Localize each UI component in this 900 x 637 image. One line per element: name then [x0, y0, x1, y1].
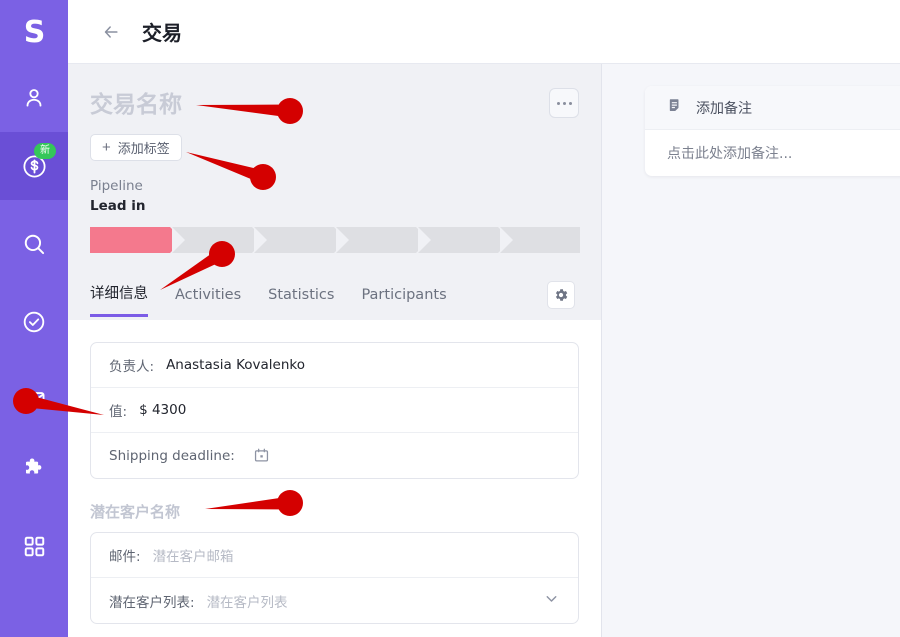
- detail-row-value[interactable]: 值: $ 4300: [91, 388, 578, 433]
- detail-label: Shipping deadline:: [109, 447, 235, 464]
- annotation-number: 3: [217, 246, 227, 262]
- dot: [562, 101, 566, 105]
- pipeline-stage-segment[interactable]: [254, 227, 347, 253]
- plus-icon: +: [102, 139, 111, 156]
- sidebar-item-tasks[interactable]: [0, 288, 68, 356]
- deal-body: 负责人: Anastasia Kovalenko 值: $ 4300 Shipp…: [68, 320, 601, 637]
- grid-icon: [22, 534, 47, 559]
- add-note-header[interactable]: 添加备注: [645, 86, 900, 130]
- lead-list-select[interactable]: 潜在客户列表: [207, 591, 288, 611]
- sidebar-item-apps[interactable]: [0, 512, 68, 580]
- detail-value: $ 4300: [139, 402, 187, 418]
- person-icon: [21, 85, 47, 111]
- dot: [568, 101, 572, 105]
- lead-label: 邮件:: [109, 549, 141, 565]
- annotation-number: 4: [21, 393, 31, 409]
- note-icon: [667, 97, 684, 119]
- pipeline-stage-segment[interactable]: [418, 227, 511, 253]
- add-note-label: 添加备注: [696, 100, 752, 117]
- note-input[interactable]: 点击此处添加备注...: [645, 130, 900, 176]
- search-icon: [21, 231, 47, 257]
- sidebar-item-integrations[interactable]: [0, 434, 68, 502]
- main-content: 交易名称 + 添加标签 Pipeline Lead in 详细信息 Activi…: [68, 64, 900, 637]
- new-badge: 新: [34, 143, 56, 159]
- settings-button[interactable]: [547, 281, 575, 309]
- sidebar-item-contacts[interactable]: [0, 64, 68, 132]
- lead-section-title: 潜在客户名称: [90, 503, 181, 521]
- lead-row-list[interactable]: 潜在客户列表: 潜在客户列表: [91, 578, 578, 623]
- sidebar-item-mail[interactable]: [0, 366, 68, 434]
- more-options-button[interactable]: [549, 88, 579, 118]
- pipeline-stage-segment[interactable]: [172, 227, 265, 253]
- pipeline-progress[interactable]: [90, 227, 580, 253]
- pipeline-stage-segment[interactable]: [90, 227, 183, 253]
- lead-email-input[interactable]: 潜在客户邮箱: [153, 545, 234, 565]
- detail-row-shipping-deadline[interactable]: Shipping deadline:: [91, 433, 578, 478]
- detail-label: 值:: [109, 404, 128, 420]
- pipeline-label: Pipeline: [90, 178, 143, 194]
- tab-statistics[interactable]: Statistics: [268, 287, 334, 317]
- page-title: 交易: [142, 21, 182, 45]
- check-circle-icon: [21, 309, 47, 335]
- detail-row-owner[interactable]: 负责人: Anastasia Kovalenko: [91, 343, 578, 388]
- add-tag-button[interactable]: + 添加标签: [90, 134, 182, 161]
- arrow-left-icon: [104, 25, 118, 38]
- deal-column: 交易名称 + 添加标签 Pipeline Lead in 详细信息 Activi…: [68, 64, 602, 637]
- lead-label: 潜在客户列表:: [109, 594, 195, 611]
- deal-header: 交易名称 + 添加标签 Pipeline Lead in 详细信息 Activi…: [68, 64, 601, 320]
- annotation-number: 2: [258, 169, 268, 185]
- tab-details[interactable]: 详细信息: [90, 282, 148, 317]
- detail-label: 负责人:: [109, 359, 155, 375]
- add-tag-label: 添加标签: [117, 142, 170, 157]
- app-logo[interactable]: S: [0, 0, 68, 64]
- app-window: S 新 交易 交易名称 + 添加标签 Pipeline Lead in 详细信息…: [0, 0, 900, 637]
- deal-details-card: 负责人: Anastasia Kovalenko 值: $ 4300 Shipp…: [90, 342, 579, 479]
- calendar-icon[interactable]: [253, 447, 270, 464]
- detail-value: Anastasia Kovalenko: [166, 357, 305, 373]
- top-header: 交易: [68, 0, 900, 64]
- annotation-number: 1: [285, 103, 295, 119]
- pipeline-stage-segment[interactable]: [500, 227, 580, 253]
- puzzle-icon: [21, 455, 47, 481]
- tab-activities[interactable]: Activities: [175, 287, 241, 317]
- dot: [556, 101, 560, 105]
- lead-card: 邮件: 潜在客户邮箱 潜在客户列表: 潜在客户列表: [90, 532, 579, 624]
- chevron-down-icon[interactable]: [543, 590, 560, 612]
- tab-bar: 详细信息 Activities Statistics Participants: [90, 280, 577, 317]
- add-note-card: 添加备注 点击此处添加备注...: [645, 86, 900, 176]
- gear-icon: [555, 289, 568, 301]
- pipeline-stage-name: Lead in: [90, 198, 146, 214]
- pipeline-stage-segment[interactable]: [336, 227, 429, 253]
- sidebar-item-search[interactable]: [0, 210, 68, 278]
- annotation-number: 5: [285, 495, 295, 511]
- deal-name-input[interactable]: 交易名称: [90, 90, 577, 120]
- notes-column: 添加备注 点击此处添加备注...: [603, 64, 900, 637]
- tab-participants[interactable]: Participants: [361, 287, 446, 317]
- back-button[interactable]: [98, 19, 124, 45]
- lead-row-email[interactable]: 邮件: 潜在客户邮箱: [91, 533, 578, 578]
- sidebar: S 新: [0, 0, 68, 637]
- sidebar-item-deals[interactable]: 新: [0, 132, 68, 200]
